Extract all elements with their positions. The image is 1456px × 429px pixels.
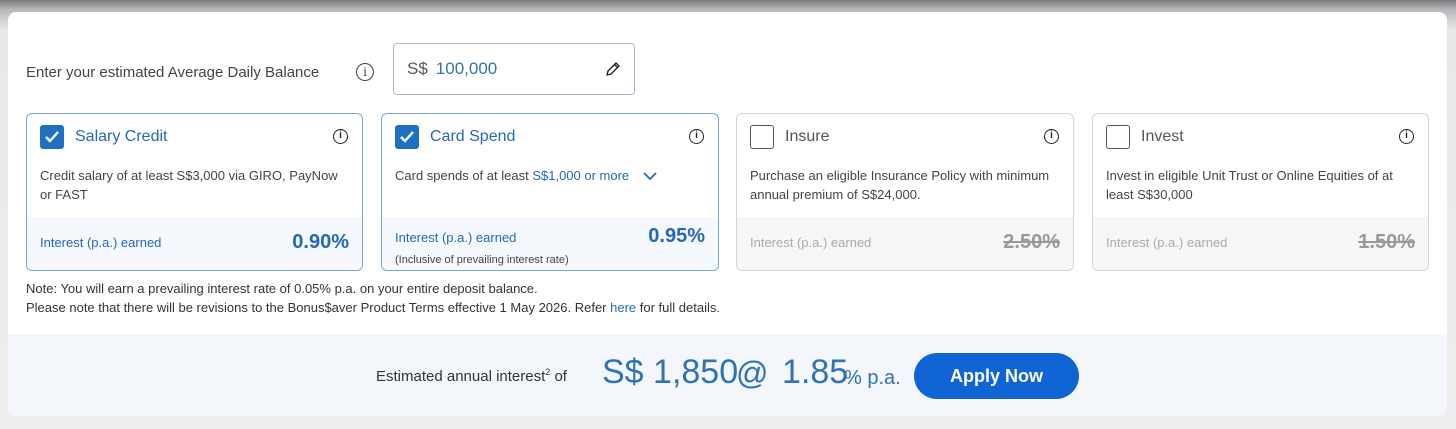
card-interest-footer: Interest (p.a.) earned 2.50% [737,217,1073,270]
insure-checkbox[interactable] [750,125,774,149]
estimated-label-suffix: of [550,368,567,385]
interest-label: Interest (p.a.) earned [750,235,872,250]
card-title[interactable]: Card Spend [430,128,515,146]
description-text: Card spends of at least [395,168,529,183]
revision-note-suffix: for full details. [636,300,720,315]
balance-label: Enter your estimated Average Daily Balan… [26,64,320,81]
interest-label: Interest (p.a.) earned [40,235,162,250]
interest-label: Interest (p.a.) earned [395,230,517,245]
checkmark-icon [400,131,414,143]
card-insure[interactable]: Insure i Purchase an eligible Insurance … [736,113,1074,271]
interest-label: Interest (p.a.) earned [1106,235,1228,250]
card-description: Card spends of at least S$1,000 or more [395,166,704,185]
info-icon[interactable]: i [333,129,348,144]
card-interest-footer: Interest (p.a.) earned (Inclusive of pre… [382,217,718,270]
interest-sublabel: (Inclusive of prevailing interest rate) [395,254,569,266]
info-icon[interactable]: i [1044,129,1059,144]
salary-credit-checkbox[interactable] [40,125,64,149]
card-invest[interactable]: Invest i Invest in eligible Unit Trust o… [1092,113,1429,271]
apply-now-button[interactable]: Apply Now [914,353,1079,399]
estimated-amount: S$ 1,850 [602,353,739,391]
interest-calculator-panel: Enter your estimated Average Daily Balan… [8,12,1447,416]
card-title[interactable]: Insure [785,128,829,146]
revision-note-text: Please note that there will be revisions… [26,300,611,315]
summary-bar: Estimated annual interest2 of S$ 1,850 @… [8,334,1447,416]
balance-info-icon[interactable]: i [356,63,374,81]
revision-note: Please note that there will be revisions… [26,300,720,315]
card-salary-credit[interactable]: Salary Credit i Credit salary of at leas… [26,113,363,271]
prevailing-rate-note: Note: You will earn a prevailing interes… [26,281,538,296]
card-description: Invest in eligible Unit Trust or Online … [1106,168,1393,202]
info-icon[interactable]: i [689,129,704,144]
interest-rate: 1.50% [1358,231,1415,253]
balance-input[interactable]: S$ 100,000 [393,43,635,95]
card-description: Purchase an eligible Insurance Policy wi… [750,168,1050,202]
info-icon[interactable]: i [1399,129,1414,144]
invest-checkbox[interactable] [1106,125,1130,149]
balance-currency: S$ [407,59,428,78]
terms-link[interactable]: here [610,300,636,315]
checkmark-icon [45,131,59,143]
card-interest-footer: Interest (p.a.) earned 1.50% [1093,217,1428,270]
rate-unit: % p.a. [844,367,901,389]
interest-rate: 0.95% [648,225,705,247]
card-interest-footer: Interest (p.a.) earned 0.90% [27,217,362,270]
estimated-interest-label: Estimated annual interest2 of [376,367,567,385]
card-title[interactable]: Salary Credit [75,128,167,146]
card-spend-checkbox[interactable] [395,125,419,149]
chevron-down-icon[interactable] [643,172,657,181]
estimated-rate: 1.85 [782,353,849,391]
balance-value[interactable]: 100,000 [436,59,497,79]
card-card-spend[interactable]: Card Spend i Card spends of at least S$1… [381,113,719,271]
card-title[interactable]: Invest [1141,128,1184,146]
at-symbol: @ [736,355,769,391]
spend-amount-dropdown[interactable]: S$1,000 or more [532,168,629,183]
card-description: Credit salary of at least S$3,000 via GI… [40,168,338,202]
pencil-icon[interactable] [604,60,622,78]
interest-rate: 0.90% [292,231,349,253]
interest-rate: 2.50% [1003,231,1060,253]
estimated-label-text: Estimated annual interest [376,368,546,385]
